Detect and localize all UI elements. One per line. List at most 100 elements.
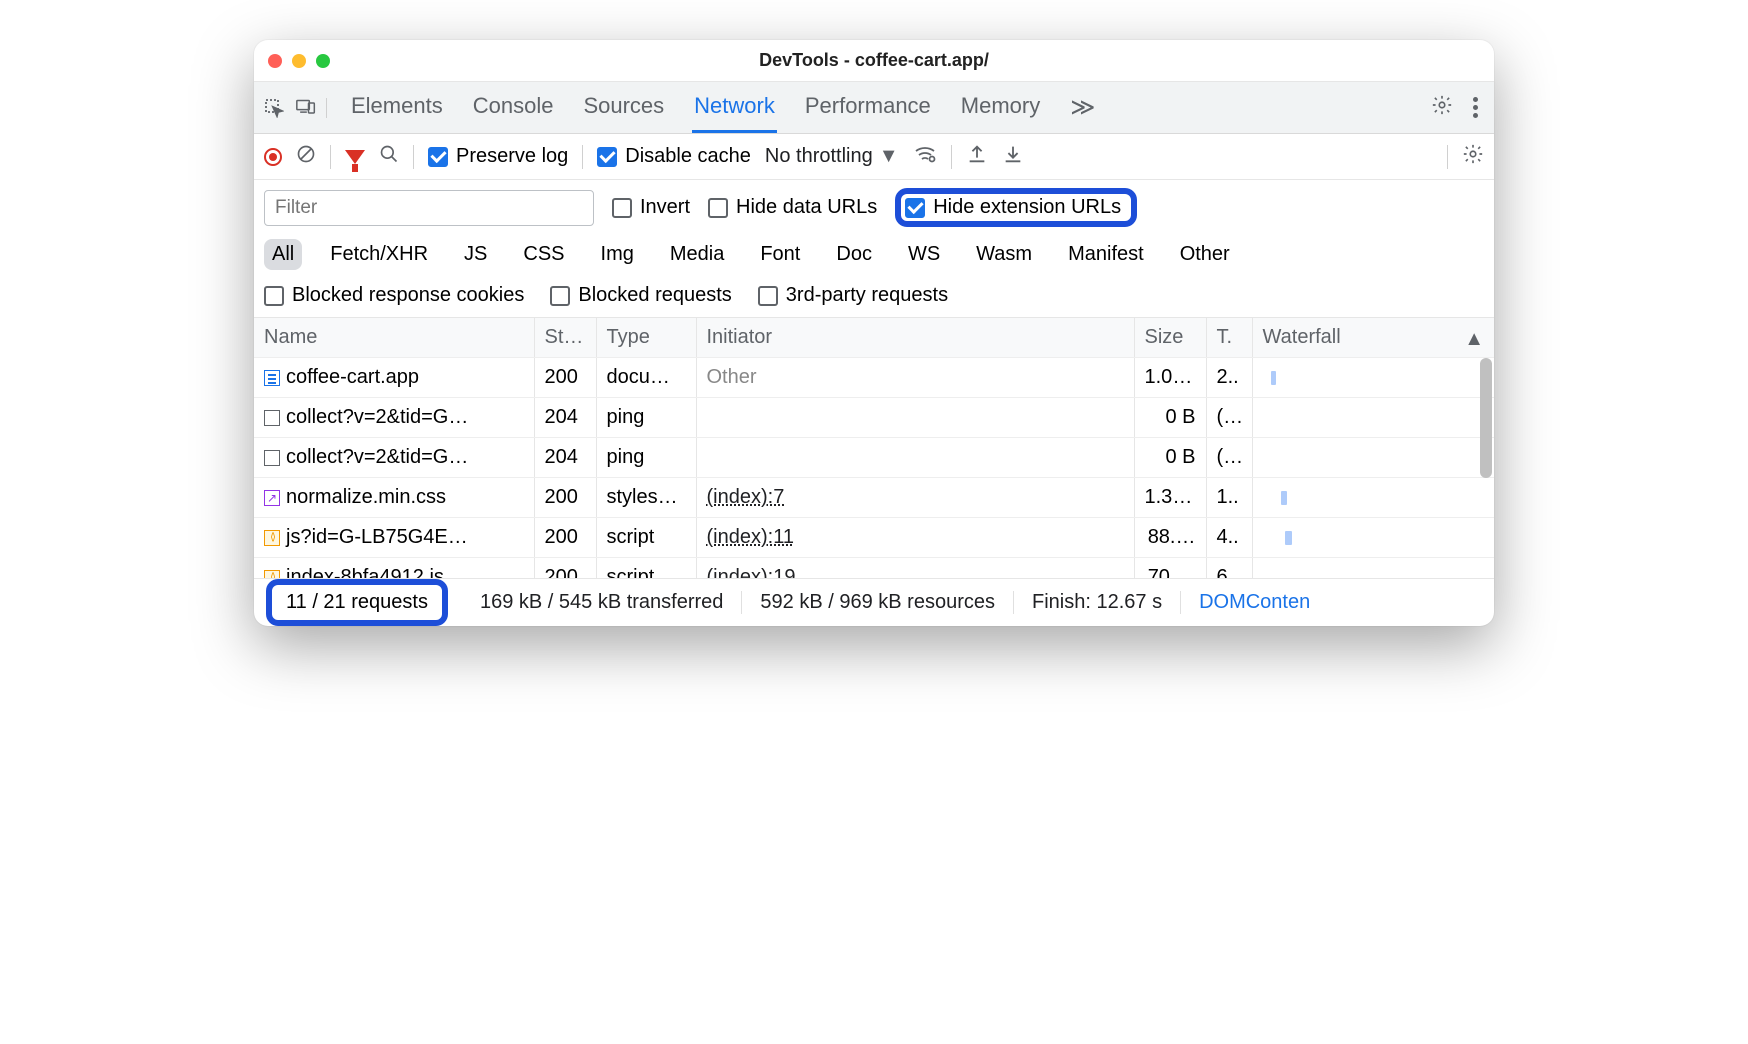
- request-status: 200: [534, 478, 596, 518]
- type-js[interactable]: JS: [456, 239, 495, 270]
- hide-data-urls-label: Hide data URLs: [736, 196, 877, 219]
- request-size: 1.0 …: [1134, 358, 1206, 398]
- request-status: 204: [534, 398, 596, 438]
- table-row[interactable]: collect?v=2&tid=G…204ping0 B(…: [254, 438, 1494, 478]
- tab-sources[interactable]: Sources: [581, 83, 666, 132]
- request-name: js?id=G-LB75G4E…: [286, 526, 468, 548]
- request-initiator[interactable]: (index):11: [707, 526, 794, 548]
- blocked-cookies-label: Blocked response cookies: [292, 284, 524, 307]
- ping-file-icon: [264, 410, 280, 426]
- type-font[interactable]: Font: [752, 239, 808, 270]
- type-manifest[interactable]: Manifest: [1060, 239, 1152, 270]
- blocked-cookies-checkbox[interactable]: Blocked response cookies: [264, 284, 524, 307]
- request-time: (…: [1206, 398, 1252, 438]
- checkbox-icon: [708, 198, 728, 218]
- transferred-size: 169 kB / 545 kB transferred: [462, 591, 742, 614]
- request-type: script: [596, 518, 696, 558]
- table-row[interactable]: js?id=G-LB75G4E…200script(index):1188.…4…: [254, 518, 1494, 558]
- tab-memory[interactable]: Memory: [959, 83, 1042, 132]
- table-row[interactable]: index-8bfa4912.js200script(index):1970.……: [254, 558, 1494, 579]
- request-initiator[interactable]: (index):7: [707, 486, 785, 508]
- network-settings-icon[interactable]: [1462, 143, 1484, 171]
- import-har-icon[interactable]: [1002, 143, 1024, 171]
- network-conditions-icon[interactable]: [913, 142, 937, 172]
- checkbox-checked-icon: [905, 198, 925, 218]
- col-initiator[interactable]: Initiator: [696, 318, 1134, 358]
- third-party-checkbox[interactable]: 3rd-party requests: [758, 284, 948, 307]
- table-row[interactable]: normalize.min.css200styles…(index):71.3 …: [254, 478, 1494, 518]
- hide-extension-urls-checkbox[interactable]: Hide extension URLs: [905, 196, 1121, 219]
- domcontent-link[interactable]: DOMConten: [1181, 591, 1328, 614]
- request-status: 200: [534, 518, 596, 558]
- checkbox-icon: [612, 198, 632, 218]
- type-other[interactable]: Other: [1172, 239, 1238, 270]
- type-css[interactable]: CSS: [515, 239, 572, 270]
- css-file-icon: [264, 490, 280, 506]
- hide-extension-urls-highlight: Hide extension URLs: [895, 188, 1137, 227]
- requests-table: Name St… Type Initiator Size T. Waterfal…: [254, 318, 1494, 578]
- requests-count: 11 / 21 requests: [286, 591, 428, 613]
- type-ws[interactable]: WS: [900, 239, 948, 270]
- disable-cache-label: Disable cache: [625, 145, 751, 168]
- col-status[interactable]: St…: [534, 318, 596, 358]
- requests-count-highlight: 11 / 21 requests: [266, 579, 448, 626]
- blocked-requests-label: Blocked requests: [578, 284, 731, 307]
- resources-size: 592 kB / 969 kB resources: [742, 591, 1014, 614]
- col-type[interactable]: Type: [596, 318, 696, 358]
- tab-console[interactable]: Console: [471, 83, 556, 132]
- checkbox-checked-icon: [428, 147, 448, 167]
- type-all[interactable]: All: [264, 239, 302, 270]
- kebab-menu-icon[interactable]: [1467, 97, 1484, 118]
- type-media[interactable]: Media: [662, 239, 732, 270]
- type-wasm[interactable]: Wasm: [968, 239, 1040, 270]
- col-waterfall[interactable]: Waterfall▲: [1252, 318, 1494, 358]
- request-status: 200: [534, 358, 596, 398]
- col-time[interactable]: T.: [1206, 318, 1252, 358]
- search-icon[interactable]: [379, 144, 399, 170]
- preserve-log-checkbox[interactable]: Preserve log: [428, 145, 568, 168]
- col-waterfall-label: Waterfall: [1263, 326, 1341, 348]
- filter-toggle-icon[interactable]: [345, 150, 365, 164]
- request-initiator: Other: [707, 366, 757, 388]
- blocked-requests-checkbox[interactable]: Blocked requests: [550, 284, 731, 307]
- table-row[interactable]: coffee-cart.app200docu…Other1.0 …2..: [254, 358, 1494, 398]
- filter-input[interactable]: [264, 190, 594, 226]
- scrollbar[interactable]: [1480, 358, 1492, 478]
- col-name[interactable]: Name: [254, 318, 534, 358]
- type-img[interactable]: Img: [593, 239, 642, 270]
- devtools-window: DevTools - coffee-cart.app/ Elements Con…: [254, 40, 1494, 626]
- disable-cache-checkbox[interactable]: Disable cache: [597, 145, 751, 168]
- divider: [951, 145, 952, 169]
- hide-data-urls-checkbox[interactable]: Hide data URLs: [708, 196, 877, 219]
- panel-tabbar: Elements Console Sources Network Perform…: [254, 82, 1494, 134]
- waterfall-bar: [1281, 491, 1287, 505]
- settings-icon[interactable]: [1431, 94, 1453, 122]
- checkbox-checked-icon: [597, 147, 617, 167]
- request-name: normalize.min.css: [286, 486, 446, 508]
- device-toggle-icon[interactable]: [296, 98, 316, 118]
- third-party-label: 3rd-party requests: [786, 284, 948, 307]
- throttling-value: No throttling: [765, 145, 873, 168]
- col-size[interactable]: Size: [1134, 318, 1206, 358]
- checkbox-icon: [264, 286, 284, 306]
- throttling-select[interactable]: No throttling ▼: [765, 145, 899, 168]
- type-fetch-xhr[interactable]: Fetch/XHR: [322, 239, 436, 270]
- finish-time: Finish: 12.67 s: [1014, 591, 1181, 614]
- invert-label: Invert: [640, 196, 690, 219]
- more-tabs-button[interactable]: ≫: [1068, 83, 1094, 132]
- tab-elements[interactable]: Elements: [349, 83, 445, 132]
- record-button[interactable]: [264, 148, 282, 166]
- inspect-element-icon[interactable]: [264, 98, 284, 118]
- tab-network[interactable]: Network: [692, 83, 777, 133]
- table-row[interactable]: collect?v=2&tid=G…204ping0 B(…: [254, 398, 1494, 438]
- request-type: ping: [596, 438, 696, 478]
- export-har-icon[interactable]: [966, 143, 988, 171]
- request-initiator[interactable]: (index):19: [707, 566, 796, 578]
- type-doc[interactable]: Doc: [828, 239, 880, 270]
- request-size: 1.3 …: [1134, 478, 1206, 518]
- titlebar: DevTools - coffee-cart.app/: [254, 40, 1494, 82]
- invert-checkbox[interactable]: Invert: [612, 196, 690, 219]
- tab-performance[interactable]: Performance: [803, 83, 933, 132]
- request-size: 0 B: [1134, 438, 1206, 478]
- clear-button[interactable]: [296, 144, 316, 170]
